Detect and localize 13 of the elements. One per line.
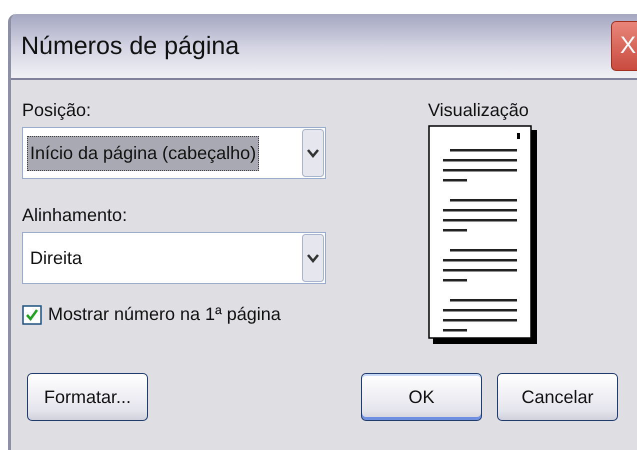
dialog-button[interactable]: OK [361, 373, 482, 421]
checkbox[interactable] [22, 304, 42, 324]
preview-label: Visualização [428, 100, 529, 121]
dropdown-value: Direita [29, 246, 84, 270]
dialog-button[interactable]: Formatar... [27, 373, 148, 421]
dropdown-value: Início da página (cabeçalho) [27, 136, 260, 170]
dialog-button[interactable]: Cancelar [497, 373, 618, 421]
dropdown-field[interactable]: Direita [22, 232, 326, 284]
dropdown-field[interactable]: Início da página (cabeçalho) [22, 127, 326, 179]
checkbox-label: Mostrar número na 1ª página [48, 304, 281, 325]
window-title: Números de página [21, 32, 240, 60]
field-label: Alinhamento: [22, 205, 128, 226]
field-label: Posição: [22, 100, 92, 121]
